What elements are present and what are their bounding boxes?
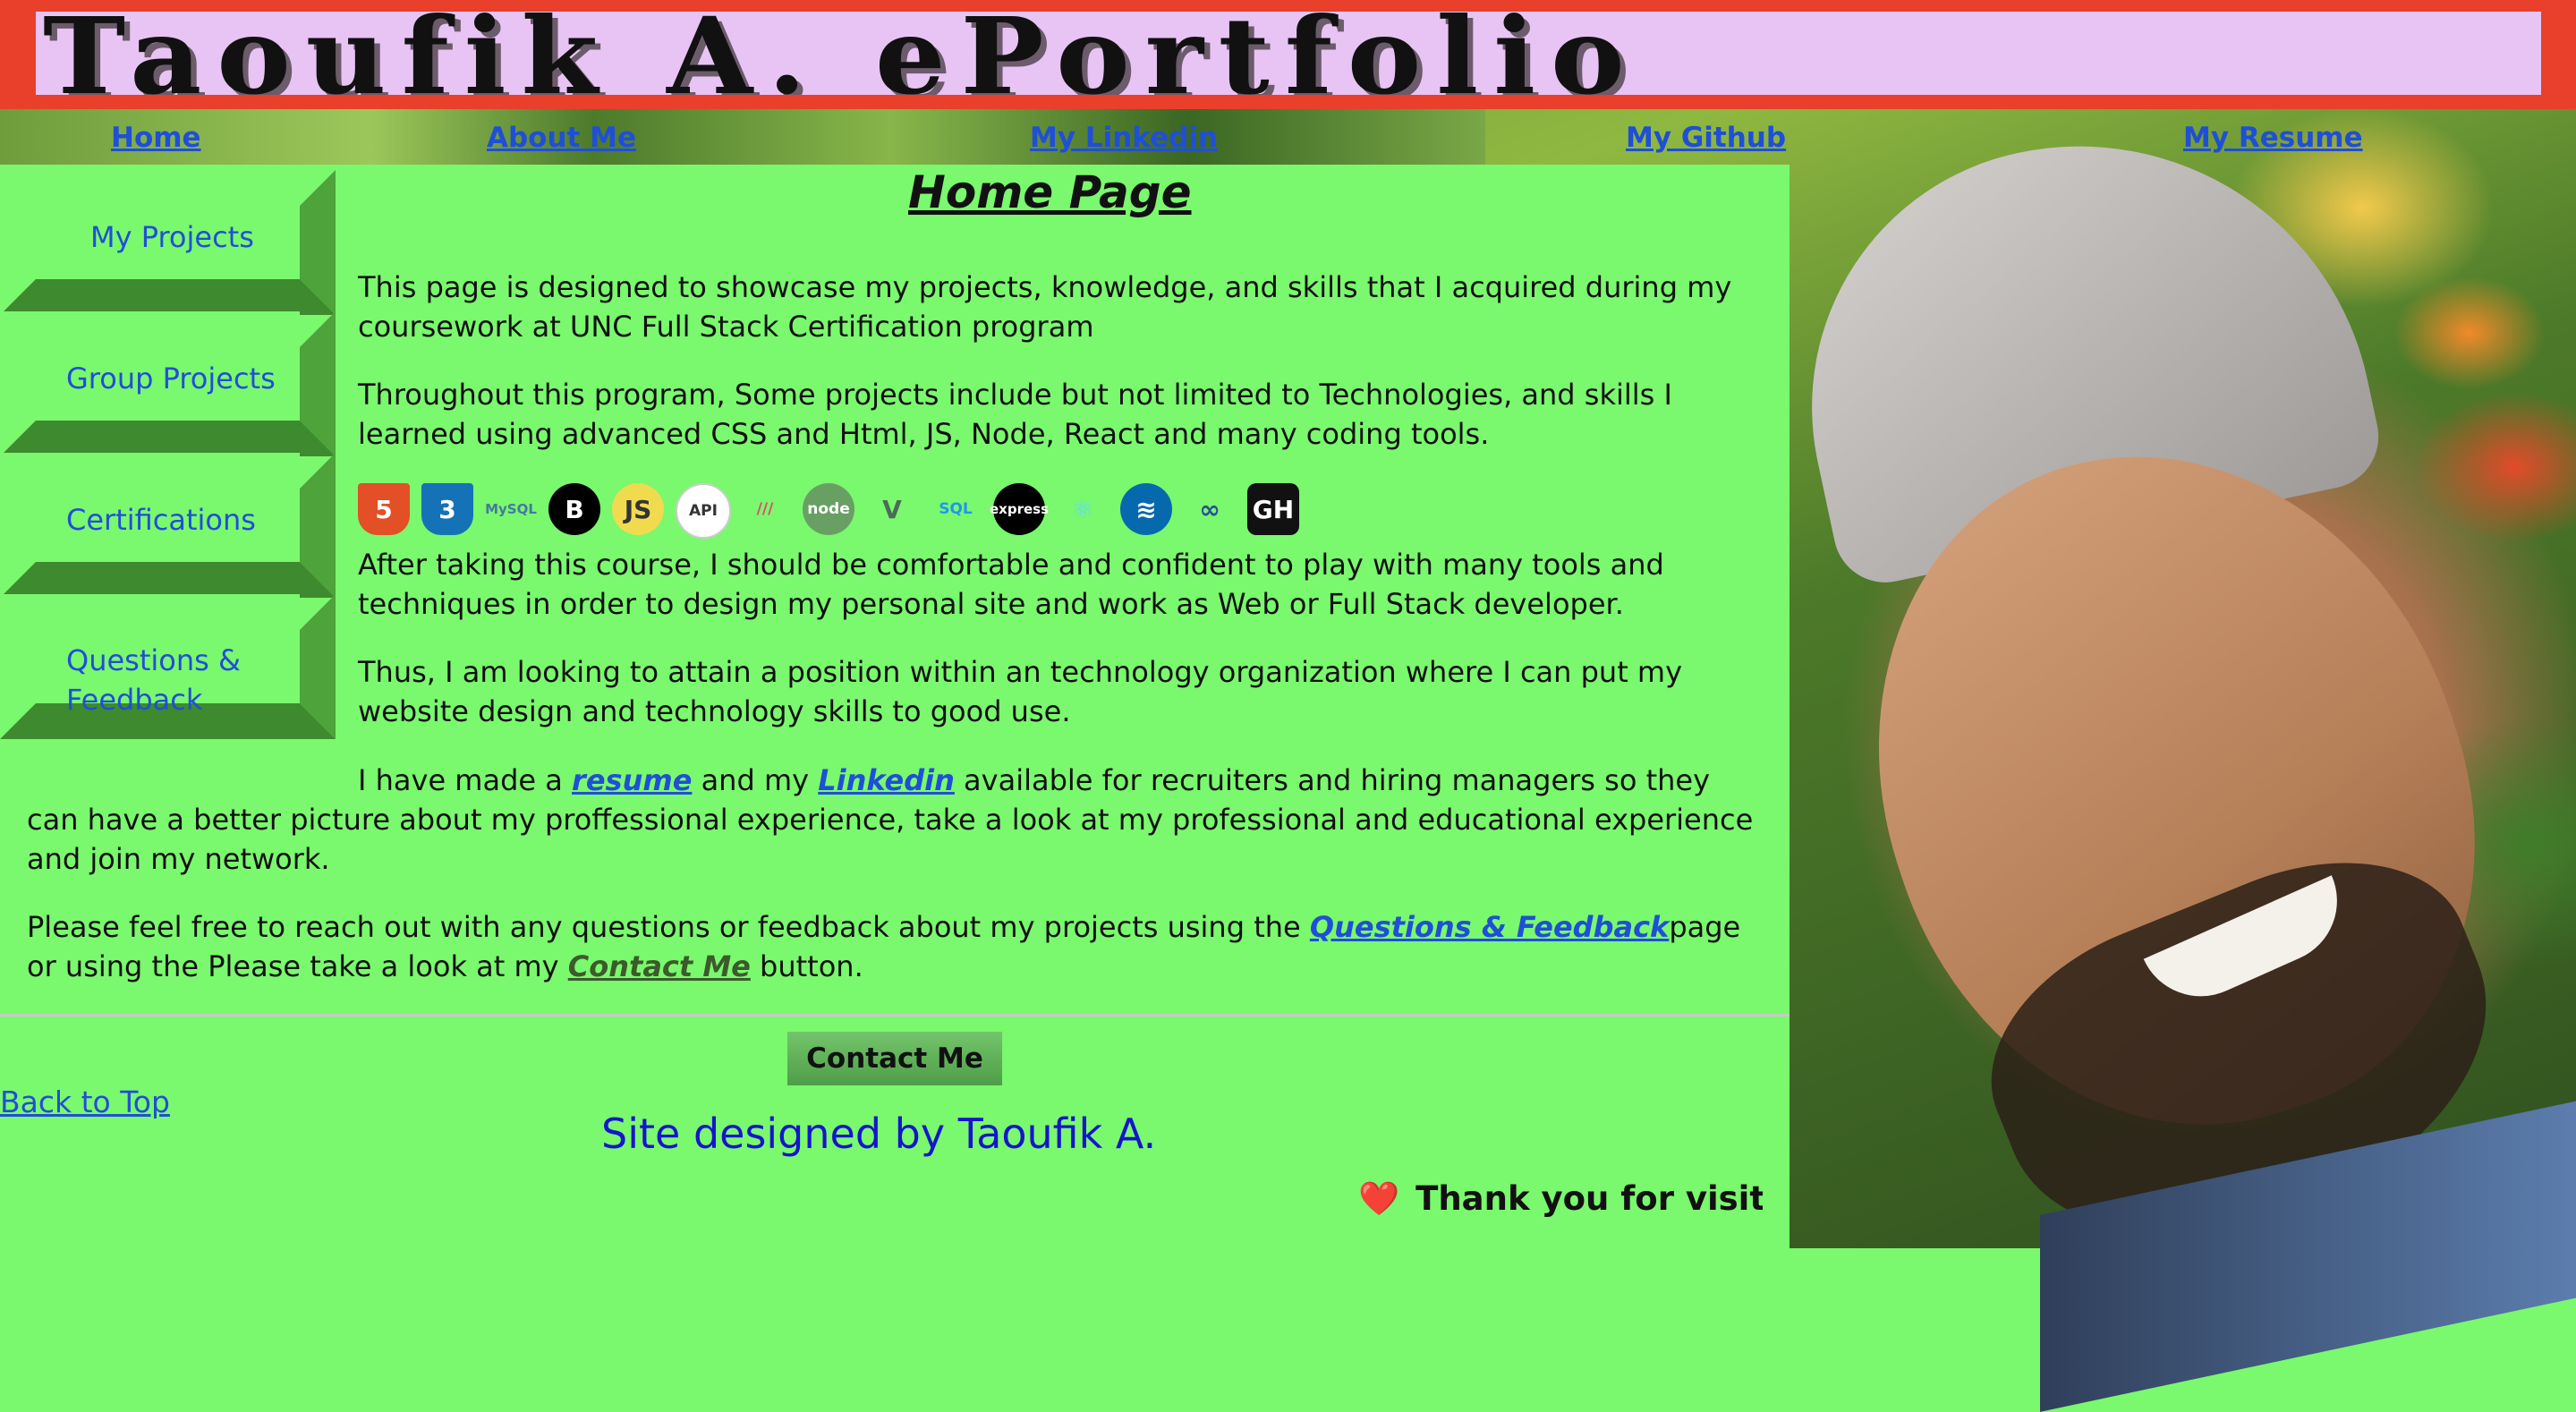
sidebar-item-label[interactable]: Certifications [66, 500, 256, 540]
resume-paragraph-line1: I have made a resume and my Linkedin ava… [358, 761, 1710, 800]
css3-icon: 3 [421, 483, 473, 535]
site-title: Taoufik A. ePortfolio [43, 12, 1640, 95]
sidebar-button-shadow [0, 421, 336, 456]
text-line: learned using advanced CSS and Html, JS,… [358, 417, 1490, 451]
jquery-icon: ≋ [1120, 483, 1172, 535]
text-line: Please feel free to reach out with any q… [27, 907, 1740, 947]
contact-me-button[interactable]: Contact Me [787, 1032, 1002, 1085]
sidebar-item-label[interactable]: Questions & [66, 641, 241, 680]
javascript-icon: JS [612, 483, 664, 535]
nav-resume-link[interactable]: My Resume [2183, 122, 2363, 154]
nav-home-link[interactable]: Home [111, 122, 201, 154]
text-line: can have a better picture about my proff… [27, 803, 1754, 837]
linkedin-link[interactable]: Linkedin [818, 763, 955, 797]
banner-title-box: Taoufik A. ePortfolio [36, 12, 2541, 95]
footer-divider [0, 1014, 1790, 1016]
intro-paragraph: This page is designed to showcase my pro… [358, 268, 1731, 346]
vue-icon: V [882, 494, 902, 524]
feedback-paragraph: Please feel free to reach out with any q… [27, 907, 1740, 986]
text-line: techniques in order to design my persona… [358, 587, 1624, 621]
heart-icon: ❤️ [1358, 1179, 1400, 1218]
goal-paragraph: Thus, I am looking to attain a position … [358, 652, 1682, 731]
questions-feedback-link[interactable]: Questions & Feedback [1310, 910, 1669, 944]
back-to-top-link[interactable]: Back to Top [0, 1085, 170, 1119]
resume-paragraph-rest: can have a better picture about my proff… [27, 800, 1753, 879]
sidebar-item-certifications[interactable]: Certifications [0, 453, 336, 598]
nav-background-strip [0, 109, 1485, 165]
sidebar-button-shadow [0, 562, 336, 598]
tech-icons-row: 5 3 MySQL B JS API /// node V SQL express ⚛ ≋ ∞ GH [358, 480, 1306, 539]
text-span: Please feel free to reach out with any q… [27, 910, 1310, 944]
text-span: or using the Please take a look at my [27, 949, 568, 983]
insomnia-icon: /// [756, 500, 774, 518]
sidebar-item-label[interactable]: My Projects [90, 217, 254, 257]
text-span: button. [750, 949, 863, 983]
page-title: Home Page [908, 166, 1192, 218]
sidebar-item-questions-feedback[interactable]: Questions & Feedback [0, 594, 336, 739]
text-line: coursework at UNC Full Stack Certificati… [358, 310, 1094, 344]
sidebar-item-group-projects[interactable]: Group Projects [0, 311, 336, 456]
contact-me-link[interactable]: Contact Me [568, 949, 751, 983]
express-icon: express [990, 483, 1049, 535]
resume-link[interactable]: resume [572, 763, 692, 797]
thanks-marquee: ❤️ Thank you for visiti [1358, 1179, 1763, 1222]
sidebar-button-shadow [0, 279, 336, 315]
text-line: and join my network. [27, 842, 330, 876]
text-line: This page is designed to showcase my pro… [358, 270, 1732, 304]
designed-by-credit: Site designed by Taoufik A. [601, 1110, 1157, 1158]
marquee-text: Thank you for visiti [1416, 1179, 1763, 1218]
mysql-icon: MySQL [485, 501, 537, 517]
nav-github-link[interactable]: My Github [1626, 122, 1786, 154]
sidebar-item-my-projects[interactable]: My Projects [0, 170, 336, 315]
text-span: and my [692, 763, 819, 797]
program-paragraph: Throughout this program, Some projects i… [358, 375, 1672, 454]
react-icon: ⚛ [1071, 494, 1094, 524]
text-span: available for recruiters and hiring mana… [954, 763, 1711, 797]
nav-about-me-link[interactable]: About Me [487, 122, 636, 154]
sidebar-item-label[interactable]: Group Projects [66, 359, 276, 398]
course-paragraph: After taking this course, I should be co… [358, 545, 1664, 624]
nav-linkedin-link[interactable]: My Linkedin [1030, 122, 1218, 154]
nodejs-icon: node [803, 483, 854, 535]
sql-icon: SQL [939, 500, 973, 518]
text-line: or using the Please take a look at my Co… [27, 947, 1740, 986]
html5-icon: 5 [358, 483, 410, 535]
text-span: page [1669, 910, 1741, 944]
graphql-icon: ∞ [1199, 494, 1220, 524]
text-span: I have made a [358, 763, 573, 797]
header-banner: Taoufik A. ePortfolio [0, 0, 2576, 109]
text-line: Throughout this program, Some projects i… [358, 378, 1672, 412]
bootstrap-icon: B [548, 483, 600, 535]
text-line: website design and technology skills to … [358, 694, 1071, 728]
api-icon: API [676, 483, 731, 539]
text-line: After taking this course, I should be co… [358, 548, 1664, 582]
github-icon: GH [1247, 483, 1299, 535]
sidebar-item-label[interactable]: Feedback [66, 680, 202, 719]
text-line: Thus, I am looking to attain a position … [358, 655, 1683, 689]
top-nav: Home About Me My Linkedin My Github My R… [0, 109, 2576, 165]
